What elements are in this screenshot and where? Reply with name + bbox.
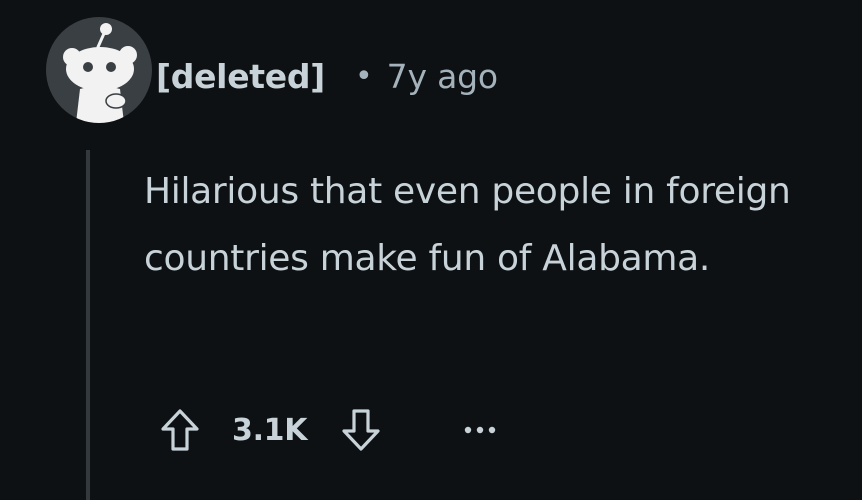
downvote-button[interactable] <box>333 402 389 458</box>
more-options-button[interactable] <box>455 405 505 455</box>
upvote-button[interactable] <box>152 402 208 458</box>
comment-actions: 3.1K <box>152 398 505 462</box>
thread-line[interactable] <box>86 150 90 500</box>
comment-meta: [deleted] • 7y ago <box>156 52 498 100</box>
vote-score: 3.1K <box>232 412 308 448</box>
timestamp[interactable]: 7y ago <box>387 57 498 96</box>
more-options-icon <box>465 426 496 434</box>
comment-body: Hilarious that even people in foreign co… <box>144 171 791 279</box>
upvote-arrow-icon <box>161 409 199 451</box>
author-name[interactable]: [deleted] <box>156 57 325 96</box>
avatar[interactable] <box>46 17 152 123</box>
snoo-avatar-icon <box>63 23 137 123</box>
meta-separator: • <box>354 58 373 94</box>
downvote-arrow-icon <box>342 409 380 451</box>
comment: [deleted] • 7y ago Hilarious that even p… <box>0 0 862 500</box>
